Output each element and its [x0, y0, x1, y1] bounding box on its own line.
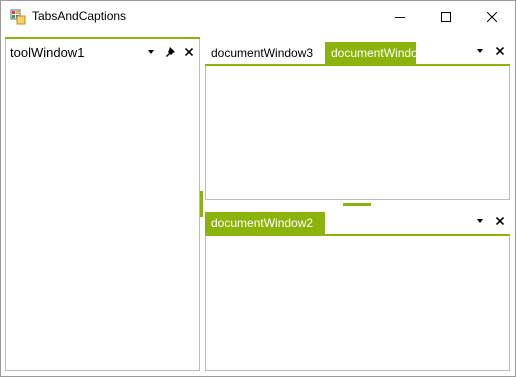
title-bar[interactable]: TabsAndCaptions — [1, 1, 515, 32]
horizontal-splitter[interactable] — [343, 203, 371, 206]
document-pane-top: documentWindow3 documentWindow1 — [205, 40, 510, 200]
vertical-splitter[interactable] — [200, 191, 203, 217]
document-content-area[interactable] — [205, 66, 510, 200]
document-pane-bottom: documentWindow2 — [205, 210, 510, 371]
document-content-area[interactable] — [205, 236, 510, 371]
document-pane-menu-button[interactable] — [473, 44, 487, 58]
dock-client-area: toolWindow1 documentWindow3 documentWind… — [1, 32, 515, 376]
pin-icon — [166, 47, 175, 57]
minimize-icon — [395, 16, 405, 18]
tab-label: documentWindow3 — [211, 46, 314, 60]
tab-label: documentWindow1 — [331, 46, 434, 60]
document-pane-close-button[interactable] — [493, 44, 507, 58]
close-icon — [496, 217, 504, 225]
close-icon — [487, 11, 497, 22]
close-icon — [496, 47, 504, 55]
close-button[interactable] — [469, 1, 515, 32]
document-pane-menu-button[interactable] — [473, 214, 487, 228]
tool-window-caption: toolWindow1 — [10, 45, 85, 60]
tool-window-close-button[interactable] — [182, 45, 196, 59]
minimize-button[interactable] — [377, 1, 423, 32]
tool-window-accent-line — [5, 37, 200, 39]
dropdown-arrow-icon — [477, 49, 483, 53]
document-tab-strip: documentWindow3 documentWindow1 — [205, 40, 510, 66]
tab-documentwindow1[interactable]: documentWindow1 — [325, 42, 433, 64]
tab-label: documentWindow2 — [211, 216, 314, 230]
app-icon — [10, 9, 26, 25]
document-tab-strip: documentWindow2 — [205, 210, 510, 236]
close-icon — [185, 48, 193, 56]
dropdown-arrow-icon — [477, 219, 483, 223]
maximize-icon — [441, 11, 451, 22]
maximize-button[interactable] — [423, 1, 469, 32]
tab-documentwindow3[interactable]: documentWindow3 — [205, 42, 319, 64]
tab-documentwindow2[interactable]: documentWindow2 — [205, 212, 325, 234]
dropdown-arrow-icon — [148, 50, 154, 54]
tool-window-pin-button[interactable] — [163, 45, 177, 59]
document-pane-close-button[interactable] — [493, 214, 507, 228]
tool-window-menu-button[interactable] — [144, 45, 158, 59]
app-window: TabsAndCaptions toolWindow1 documentWind… — [0, 0, 516, 377]
tool-window[interactable]: toolWindow1 — [5, 37, 200, 371]
window-title: TabsAndCaptions — [32, 9, 127, 23]
